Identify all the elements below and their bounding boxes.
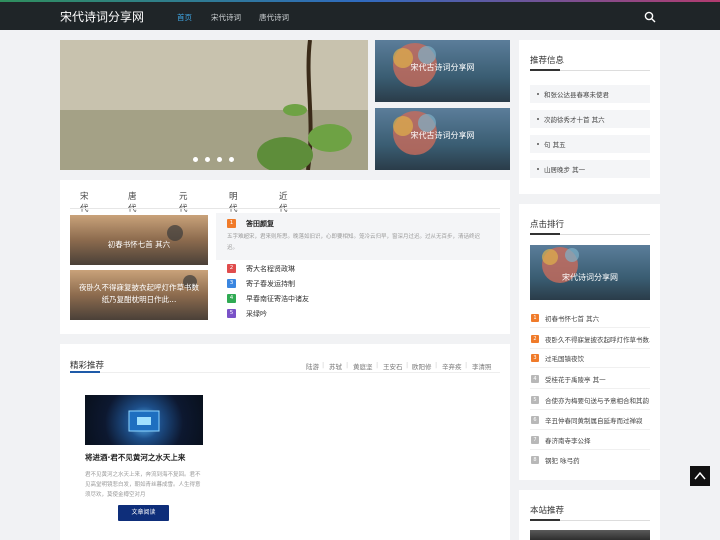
hot-list-item[interactable]: 寄大名程贤政琳 [246,264,295,274]
author-link[interactable]: 陆游 [306,361,319,371]
ranking-item[interactable]: 7 春济南寺李公择 [530,434,650,448]
rank-badge: 1 [227,219,236,228]
nav-home[interactable]: 首页 [177,12,192,23]
search-icon[interactable] [644,11,656,23]
site-recommend-image[interactable] [530,530,650,540]
hero-image [60,40,368,170]
slider-dot[interactable] [205,157,210,162]
side-thumb[interactable]: 宋代古诗词分享网 [375,108,510,170]
recommend-item[interactable]: 山居晚步 其一 [530,160,650,178]
site-recommend-title: 本站推荐 [530,506,565,516]
ranking-item[interactable]: 1 初春书怀七首 其六 [530,312,650,326]
ranking-item[interactable]: 3 过毛国镇夜饮 [530,352,650,366]
rank-badge: 3 [227,279,236,288]
recommend-item[interactable]: 和张公达县春寒未使君 [530,85,650,103]
author-link[interactable]: 欧阳修 [412,361,432,371]
author-link[interactable]: 黄庭坚 [353,361,373,371]
poem-card[interactable]: 夜卧久不得寐复披衣起呼灯作草书数纸乃复酣枕明日作此... [70,270,208,320]
link-separator: | [435,361,438,369]
rank-badge: 5 [227,309,236,318]
article-title[interactable]: 将进酒·君不见黄河之水天上来 [85,452,185,463]
thumb-label: 宋代古诗词分享网 [410,131,475,140]
ranking-item[interactable]: 2 夜卧久不得寐复披衣起呼灯作草书数... [530,333,650,347]
ranking-image-label: 宋代诗词分享网 [562,273,618,282]
article-image[interactable] [85,395,203,445]
link-separator: | [322,361,325,369]
link-separator: | [346,361,349,369]
ranking-item[interactable]: 8 钢犯 咏弓药 [530,454,650,468]
author-link[interactable]: 辛弃疾 [442,361,462,371]
read-article-button[interactable]: 文章阅读 [118,505,169,521]
side-thumb[interactable]: 宋代古诗词分享网 [375,40,510,102]
article-excerpt: 君不见黄河之水天上来，奔流到海不复回。君不见高堂明镜悲白发，朝如青丝暮成雪。人生… [85,472,201,498]
recommend-item[interactable]: 句 其五 [530,135,650,153]
thumb-label: 宋代古诗词分享网 [410,63,475,72]
ranking-divider [530,233,650,235]
tab-divider [70,208,500,209]
slider-dot[interactable] [217,157,222,162]
link-separator: | [376,361,379,369]
link-separator: | [406,361,409,369]
rank-badge: 2 [227,264,236,273]
ranking-item[interactable]: 6 辛丑仲春同黄制属自延寿而过禅寂 [530,414,650,428]
back-to-top-button[interactable] [690,466,710,486]
hot-list-item[interactable]: 采绿吟 [246,309,267,319]
slider-dot[interactable] [193,157,198,162]
chip-image [128,410,160,432]
hot-list-item[interactable]: 寄子春发运持制 [246,279,295,289]
author-link[interactable]: 苏轼 [329,361,342,371]
ranking-title: 点击排行 [530,220,565,230]
chevron-up-icon [694,471,706,480]
ranking-item[interactable]: 4 受桂花于禹陵亭 其一 [530,373,650,387]
featured-title: 精彩推荐 [70,361,105,371]
site-recommend-divider [530,519,650,521]
hero-slider[interactable] [60,40,368,170]
hot-top-title[interactable]: 答田颜复 [246,219,274,229]
author-link[interactable]: 王安石 [383,361,403,371]
nav-song-poems[interactable]: 宋代诗词 [211,12,241,23]
hot-top-desc: 五字难超宋，君来则所思。晚落如旧识，心即要相知。笼冷云归早，窗深月过迟。过从无百… [227,234,481,251]
site-brand[interactable]: 宋代诗词分享网 [60,8,144,25]
featured-underline [70,371,100,373]
recommend-divider [530,69,650,71]
nav-tang-poems[interactable]: 唐代诗词 [259,12,289,23]
poem-card-caption: 初春书怀七首 其六 [107,240,171,249]
ranking-image[interactable]: 宋代诗词分享网 [530,245,650,300]
poem-card-caption: 夜卧久不得寐复披衣起呼灯作草书数纸乃复酣枕明日作此... [79,283,199,304]
ranking-item[interactable]: 5 合使亦为梅要句送与予意相合和其韵 [530,394,650,408]
poem-card[interactable]: 初春书怀七首 其六 [70,215,208,265]
slider-dot[interactable] [229,157,234,162]
link-separator: | [465,361,468,369]
top-navbar: 宋代诗词分享网 首页 宋代诗词 唐代诗词 [0,0,720,30]
recommend-title: 推荐信息 [530,56,565,66]
featured-divider [70,372,500,373]
recommend-item[interactable]: 次韵徐秀才十首 其六 [530,110,650,128]
hot-list-item[interactable]: 早春南征寄浩中诸友 [246,294,309,304]
rank-badge: 4 [227,294,236,303]
author-link[interactable]: 李清照 [472,361,492,371]
